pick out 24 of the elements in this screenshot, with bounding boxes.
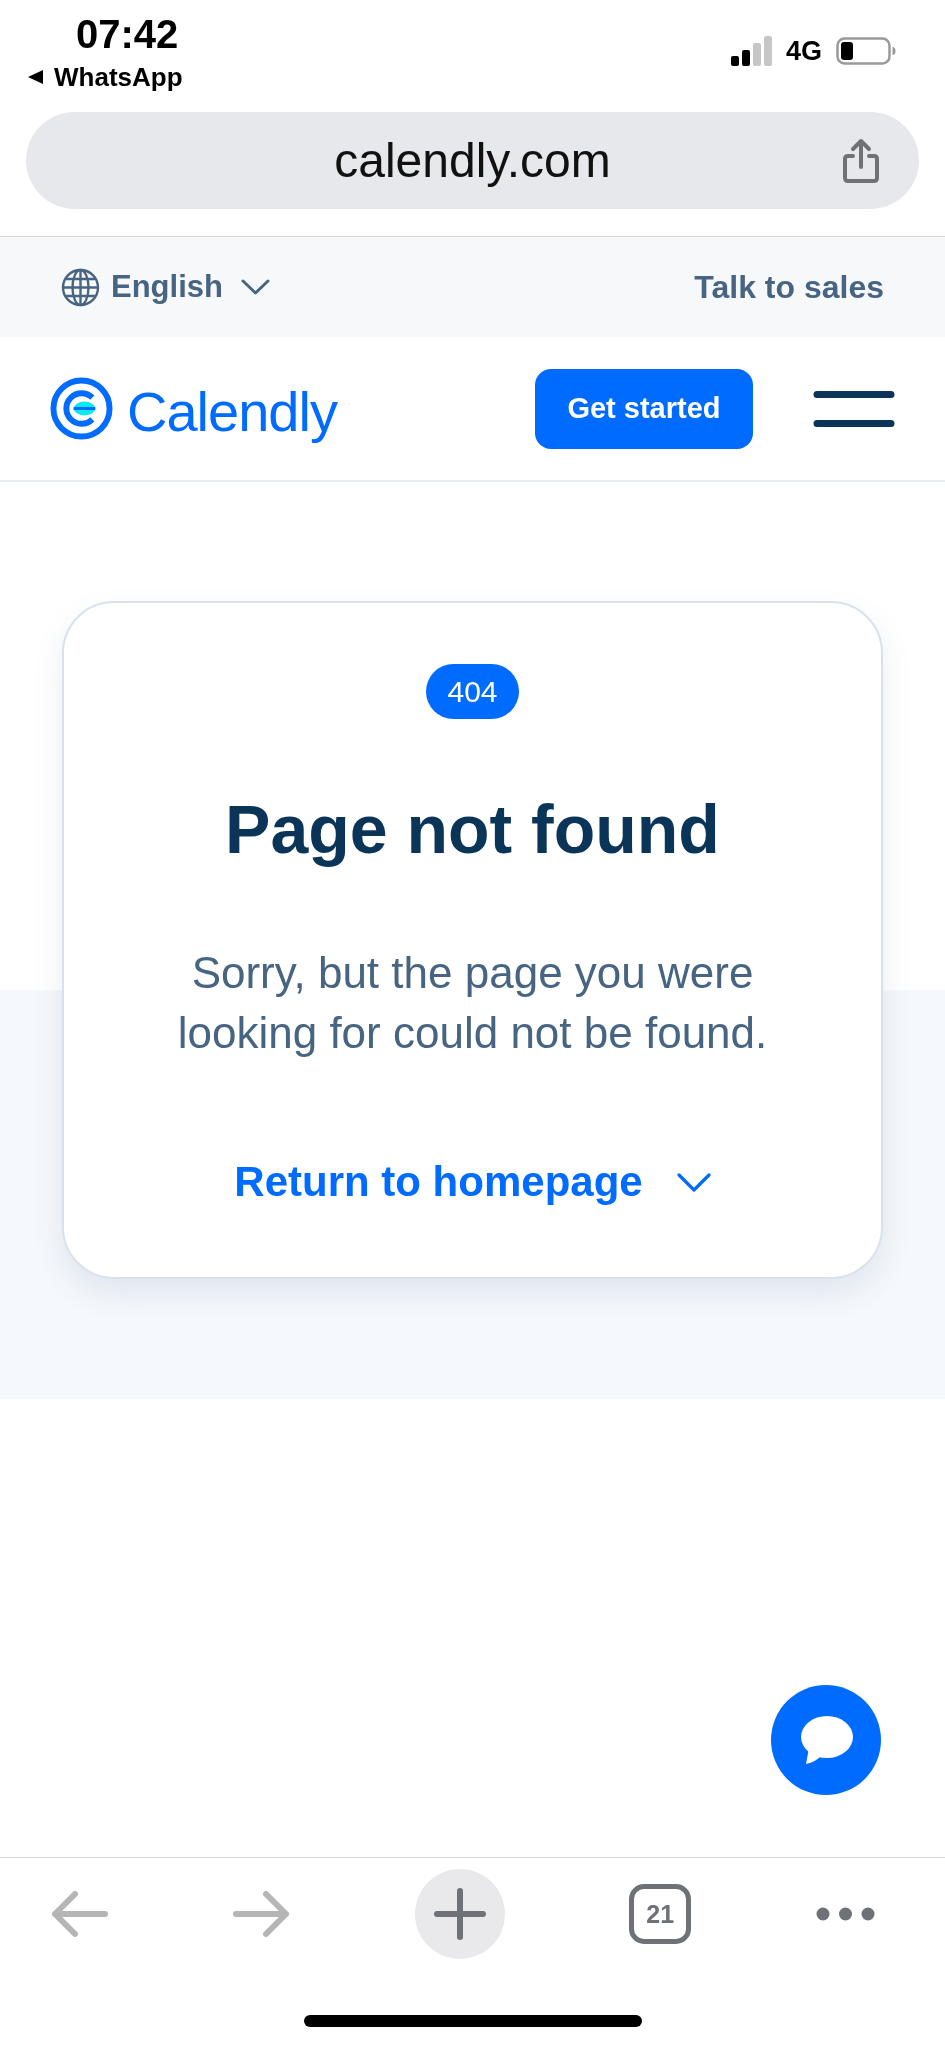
chevron-down-icon [676, 1172, 711, 1192]
language-selector[interactable]: English [61, 267, 270, 307]
return-home-link[interactable]: Return to homepage [234, 1157, 711, 1207]
battery-icon [836, 37, 896, 65]
back-to-app-link[interactable]: WhatsApp [28, 62, 183, 92]
network-label: 4G [785, 36, 822, 66]
back-triangle-icon [28, 70, 43, 84]
tabs-button[interactable]: 21 [629, 1884, 692, 1944]
signal-icon [730, 36, 773, 66]
menu-icon[interactable] [813, 390, 895, 427]
status-time: 07:42 [76, 12, 179, 56]
get-started-button[interactable]: Get started [535, 368, 753, 449]
talk-to-sales-link[interactable]: Talk to sales [694, 267, 884, 307]
more-icon[interactable] [816, 1907, 875, 1921]
globe-icon [61, 267, 100, 307]
error-code-badge: 404 [426, 664, 519, 719]
url-text: calendly.com [334, 132, 611, 189]
logo-link[interactable]: Calendly [50, 372, 337, 445]
logo-icon [50, 377, 113, 440]
error-title: Page not found [225, 790, 720, 869]
plus-icon[interactable] [414, 1869, 505, 1959]
chevron-down-icon [240, 279, 270, 295]
error-message: Sorry, but the page you were looking for could not be found. [176, 947, 769, 1059]
address-bar[interactable]: calendly.com [26, 112, 919, 209]
